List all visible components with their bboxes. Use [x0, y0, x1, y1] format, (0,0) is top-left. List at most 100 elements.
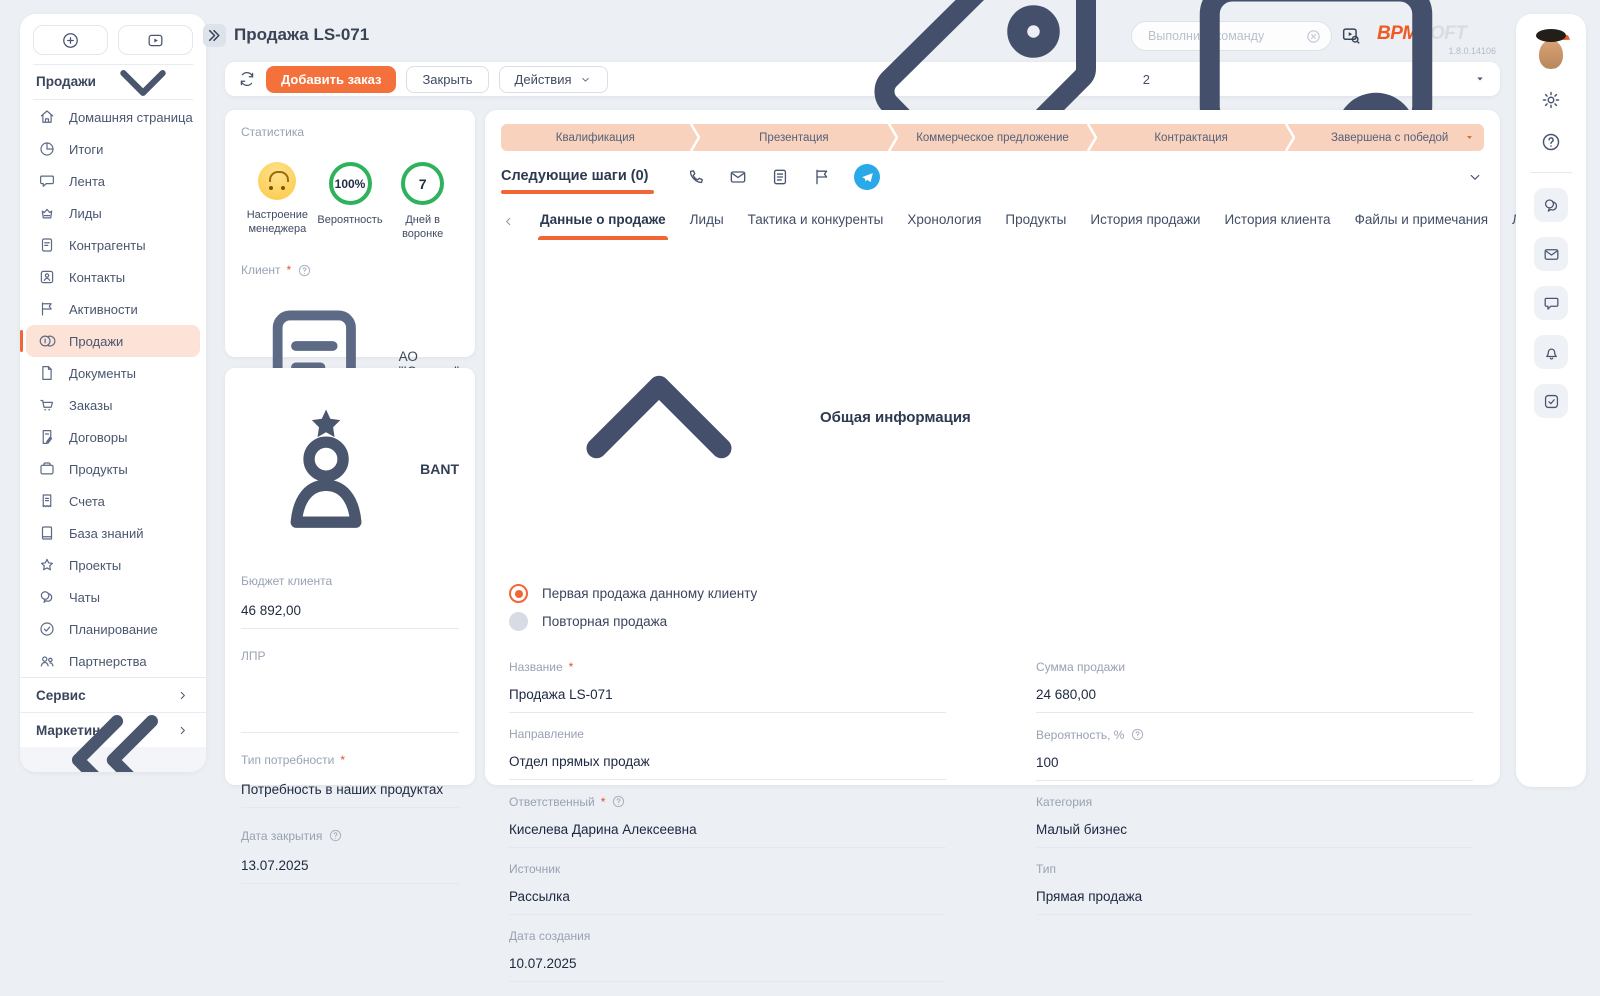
- sidebar-item-invoice[interactable]: Счета: [20, 485, 206, 517]
- bell-icon: [1542, 343, 1561, 362]
- sidebar-item-cart[interactable]: Заказы: [20, 389, 206, 421]
- form-field[interactable]: Вероятность, %100: [1036, 727, 1473, 781]
- bant-field[interactable]: Тип потребности*Потребность в наших прод…: [241, 753, 459, 808]
- help-icon: [1540, 131, 1562, 153]
- tab-7[interactable]: Файлы и примечания: [1355, 212, 1488, 240]
- sidebar-item-label: Домашняя страница: [69, 110, 193, 125]
- stage-separator: [1285, 124, 1295, 151]
- sidebar-item-home[interactable]: Домашняя страница: [20, 101, 206, 133]
- chats-rail-button[interactable]: [1534, 188, 1568, 222]
- pie-icon: [38, 140, 56, 158]
- sidebar-item-accounts[interactable]: Контрагенты: [20, 229, 206, 261]
- sidebar-item-wallet[interactable]: Продукты: [20, 453, 206, 485]
- sidebar-item-label: База знаний: [69, 526, 144, 541]
- star-icon: [38, 556, 56, 574]
- actions-button[interactable]: Действия: [499, 66, 608, 93]
- bell-rail-button[interactable]: [1534, 335, 1568, 369]
- stage-4[interactable]: Завершена с победой: [1295, 124, 1484, 151]
- radio-option-0[interactable]: Первая продажа данному клиенту: [509, 584, 1500, 603]
- phone-icon: [686, 167, 706, 187]
- form-field[interactable]: ТипПрямая продажа: [1036, 862, 1473, 915]
- chevrons-left-icon: [20, 667, 206, 773]
- field-value: Прямая продажа: [1036, 889, 1473, 906]
- sidebar-item-coins[interactable]: Продажи: [26, 325, 200, 357]
- tabs-scroll-left-icon[interactable]: [501, 214, 516, 229]
- stage-2[interactable]: Коммерческое предложение: [898, 124, 1087, 151]
- form-field[interactable]: Ответственный*Киселева Дарина Алексеевна: [509, 794, 946, 848]
- caret-down-icon[interactable]: [1473, 72, 1487, 86]
- bant-field[interactable]: Бюджет клиента 46 892,00: [241, 574, 459, 629]
- tab-6[interactable]: История клиента: [1224, 212, 1330, 240]
- help-icon: [611, 794, 626, 809]
- form-field[interactable]: НаправлениеОтдел прямых продаж: [509, 727, 946, 780]
- actions-label: Действия: [515, 72, 572, 87]
- mood-label: Настроение менеджера: [241, 208, 314, 237]
- sidebar-item-label: Документы: [69, 366, 136, 381]
- field-value: 24 680,00: [1036, 687, 1473, 704]
- tab-5[interactable]: История продажи: [1090, 212, 1200, 240]
- tab-3[interactable]: Хронология: [907, 212, 981, 240]
- sidebar-item-partners[interactable]: Партнерства: [20, 645, 206, 677]
- tab-2[interactable]: Тактика и конкуренты: [748, 212, 884, 240]
- phone-step-button[interactable]: [686, 167, 706, 187]
- help-icon: [1130, 727, 1145, 742]
- tag-count: 2: [1143, 72, 1150, 87]
- user-avatar[interactable]: [1530, 27, 1572, 69]
- field-label: Бюджет клиента: [241, 574, 459, 588]
- gear-rail-button[interactable]: [1540, 89, 1562, 111]
- help-icon[interactable]: [297, 263, 312, 278]
- doc-list-step-button[interactable]: [770, 167, 790, 187]
- sidebar-item-flag[interactable]: Активности: [20, 293, 206, 325]
- mood-emoji-icon: [258, 162, 296, 200]
- mail-step-button[interactable]: [728, 167, 748, 187]
- bant-panel: BANT Бюджет клиента46 892,00ЛПРТип потре…: [225, 368, 475, 785]
- mail-rail-button[interactable]: [1534, 237, 1568, 271]
- form-field[interactable]: Дата создания10.07.2025: [509, 929, 946, 982]
- sidebar-item-book[interactable]: База знаний: [20, 517, 206, 549]
- collapse-section-icon[interactable]: [509, 267, 809, 567]
- telegram-button[interactable]: [854, 164, 880, 190]
- chats-icon: [1542, 196, 1561, 215]
- workspace-selector[interactable]: Продажи: [20, 65, 206, 99]
- sidebar-item-planning[interactable]: Планирование: [20, 613, 206, 645]
- field-underline: [1036, 712, 1473, 713]
- stage-1[interactable]: Презентация: [700, 124, 889, 151]
- radio-option-1[interactable]: Повторная продажа: [509, 612, 1500, 631]
- chevrons-right-icon: [203, 24, 226, 47]
- task-rail-button[interactable]: [1534, 384, 1568, 418]
- refresh-icon[interactable]: [238, 70, 256, 88]
- field-label: Дата закрытия: [241, 828, 459, 843]
- tab-4[interactable]: Продукты: [1005, 212, 1066, 240]
- sidebar-item-leads[interactable]: Лиды: [20, 197, 206, 229]
- field-value: 46 892,00: [241, 603, 459, 620]
- bant-field[interactable]: Дата закрытия 13.07.2025: [241, 828, 459, 884]
- collapse-panel-icon[interactable]: [1466, 168, 1484, 186]
- comment-rail-button[interactable]: [1534, 286, 1568, 320]
- add-order-button[interactable]: Добавить заказ: [266, 66, 396, 93]
- sidebar-item-document[interactable]: Документы: [20, 357, 206, 389]
- tab-1[interactable]: Лиды: [690, 212, 724, 240]
- stage-0[interactable]: Квалификация: [501, 124, 690, 151]
- field-value: 13.07.2025: [241, 858, 459, 875]
- bant-field[interactable]: ЛПР: [241, 649, 459, 733]
- next-steps-row: Следующие шаги (0): [501, 164, 1484, 198]
- panel-expand-button[interactable]: [203, 24, 226, 47]
- stage-3[interactable]: Контрактация: [1097, 124, 1286, 151]
- form-field[interactable]: ИсточникРассылка: [509, 862, 946, 915]
- form-field[interactable]: Сумма продажи24 680,00: [1036, 660, 1473, 713]
- sidebar-item-chats[interactable]: Чаты: [20, 581, 206, 613]
- help-rail-button[interactable]: [1540, 131, 1562, 153]
- form-field[interactable]: Название*Продажа LS-071: [509, 660, 946, 713]
- sidebar-item-contract[interactable]: Договоры: [20, 421, 206, 453]
- sidebar-item-contacts[interactable]: Контакты: [20, 261, 206, 293]
- flag-step-button[interactable]: [812, 167, 832, 187]
- field-value: 10.07.2025: [509, 956, 946, 973]
- sidebar-collapse-button[interactable]: [20, 747, 206, 772]
- sidebar-item-pie[interactable]: Итоги: [20, 133, 206, 165]
- tab-0[interactable]: Данные о продаже: [540, 212, 666, 240]
- chevron-left-icon: [501, 214, 516, 229]
- sidebar-item-feed[interactable]: Лента: [20, 165, 206, 197]
- form-field[interactable]: КатегорияМалый бизнес: [1036, 795, 1473, 848]
- sidebar-item-star[interactable]: Проекты: [20, 549, 206, 581]
- close-button[interactable]: Закрыть: [406, 66, 488, 93]
